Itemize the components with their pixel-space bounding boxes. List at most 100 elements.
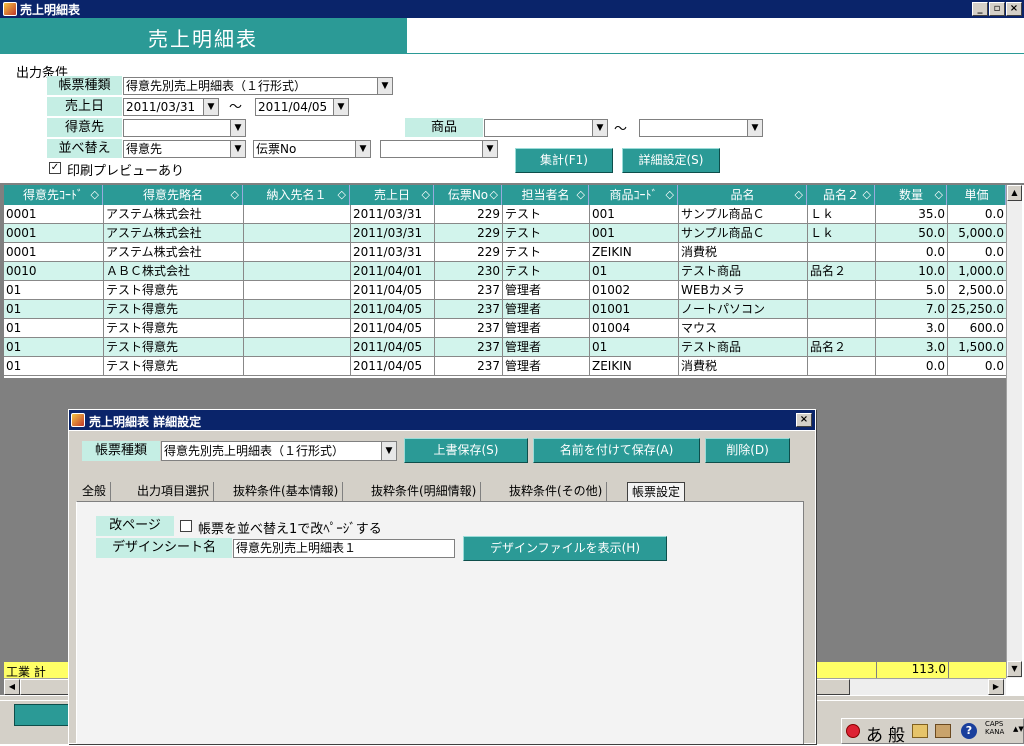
column-header-label: 納入先名１ [266,188,327,202]
overwrite-save-button[interactable]: 上書保存(S) [404,438,528,463]
tab-2[interactable]: 抜粋条件(基本情報) [229,482,344,502]
column-header[interactable]: 得意先ｺｰﾄﾞ ◇ [4,185,103,205]
tab-1[interactable]: 出力項目選択 [133,482,215,502]
preview-checkbox[interactable]: ✓ [49,162,61,174]
column-header[interactable]: 品名２ ◇ [808,185,875,205]
column-header[interactable]: 数量 ◇ [876,185,947,205]
tab-5[interactable]: 帳票設定 [627,482,686,502]
table-row[interactable]: 0001 アステム株式会社 2011/03/31 229 テスト 001 サンプル商品Ｃ Ｌｋ… [4,205,1007,224]
scroll-right-icon[interactable]: ▶ [988,679,1004,695]
preview-checkbox-label: 印刷プレビューあり [67,164,185,179]
customer-select[interactable]: ▼ [123,119,246,137]
sort1-select[interactable]: 得意先 ▼ [123,140,246,158]
table-cell: 01001 [590,300,679,319]
table-cell [244,205,351,224]
tab-3[interactable]: 抜粋条件(明細情報) [367,482,482,502]
minimize-button[interactable]: _ [972,2,988,16]
table-cell: 2011/03/31 [351,224,435,243]
table-cell [808,300,876,319]
scroll-up-icon[interactable]: ▲ [1007,185,1022,201]
restore-button[interactable]: ▫ [989,2,1005,16]
caps-indicator: CAPS KANA [985,720,1005,736]
tray-options-icon[interactable]: ▲▼ [1013,725,1024,733]
dialog-titlebar: 売上明細表 詳細設定 × [69,410,815,430]
report-type-select[interactable]: 得意先別売上明細表（１行形式） ▼ [123,77,393,95]
table-cell: WEBカメラ [679,281,808,300]
chevron-down-icon: ▼ [592,120,607,136]
product-to-select[interactable]: ▼ [639,119,763,137]
table-cell: 管理者 [503,319,590,338]
tab-4[interactable]: 抜粋条件(その他) [505,482,608,502]
table-cell [244,319,351,338]
column-header[interactable]: 品名 ◇ [679,185,807,205]
banner-divider [0,53,1024,54]
tab-0[interactable]: 全般 [78,482,112,502]
table-cell: テスト [503,205,590,224]
sort-icon: ◇ [337,188,346,201]
aggregate-button[interactable]: 集計(F1) [515,148,613,173]
sort2-select[interactable]: 伝票No ▼ [253,140,371,158]
table-cell: サンプル商品Ｃ [679,205,808,224]
table-cell: 1,000.0 [948,262,1007,281]
column-header[interactable]: 伝票No ◇ [435,185,502,205]
column-header[interactable]: 担当者名 ◇ [503,185,589,205]
column-header[interactable]: 商品ｺｰﾄﾞ ◇ [590,185,678,205]
total-divider [948,662,949,678]
detail-settings-button[interactable]: 詳細設定(S) [622,148,720,173]
ime-icon[interactable] [846,724,860,738]
chevron-down-icon: ▼ [377,78,392,94]
column-header[interactable]: 売上日 ◇ [351,185,434,205]
table-cell: 01 [4,338,104,357]
page-banner: 売上明細表 [0,18,407,53]
page-break-checkbox[interactable] [180,520,192,532]
table-row[interactable]: 0010 ＡＢＣ株式会社 2011/04/01 230 テスト 01 テスト商品 品名２ 10.… [4,262,1007,281]
dialog-report-type-select[interactable]: 得意先別売上明細表（１行形式） ▼ [161,441,397,461]
table-row[interactable]: 01 テスト得意先 2011/04/05 237 管理者 ZEIKIN 消費税 0.0 0.0 [4,357,1007,376]
column-header[interactable]: 単価 [948,185,1006,205]
report-type-label: 帳票種類 [47,76,122,95]
tool-icon[interactable] [935,724,951,738]
sort-label: 並べ替え [47,139,122,158]
ime-toolbar: あ 般 ? CAPS KANA ▲▼ [841,718,1024,746]
table-cell: テスト [503,243,590,262]
table-cell: 管理者 [503,338,590,357]
table-cell: アステム株式会社 [104,243,244,262]
close-button[interactable]: × [1006,2,1022,16]
table-cell: アステム株式会社 [104,224,244,243]
design-sheet-input[interactable]: 得意先別売上明細表１ [233,539,455,558]
dialog-report-type-label: 帳票種類 [82,441,160,461]
grid-vertical-scrollbar[interactable]: ▲ ▼ [1006,185,1022,678]
ime-conversion-mode[interactable]: 般 [888,721,905,746]
sales-date-label: 売上日 [47,97,122,116]
sort3-select[interactable]: ▼ [380,140,498,158]
ime-hiragana-mode[interactable]: あ [866,721,883,746]
date-range-tilde: 〜 [229,100,243,115]
column-header[interactable]: 得意先略名 ◇ [104,185,243,205]
table-cell: 0.0 [948,357,1007,376]
date-from-picker[interactable]: 2011/03/31 ▼ [123,98,219,116]
table-row[interactable]: 01 テスト得意先 2011/04/05 237 管理者 01002 WEBカメラ 5.0 2,… [4,281,1007,300]
save-as-button[interactable]: 名前を付けて保存(A) [533,438,700,463]
table-row[interactable]: 01 テスト得意先 2011/04/05 237 管理者 01004 マウス 3.0 600.0 [4,319,1007,338]
date-to-picker[interactable]: 2011/04/05 ▼ [255,98,349,116]
delete-button[interactable]: 削除(D) [705,438,790,463]
show-design-file-button[interactable]: デザインファイルを表示(H) [463,536,667,561]
table-row[interactable]: 0001 アステム株式会社 2011/03/31 229 テスト ZEIKIN 消費税 0.0… [4,243,1007,262]
pad-icon[interactable] [912,724,928,738]
scroll-left-icon[interactable]: ◀ [4,679,20,695]
table-row[interactable]: 0001 アステム株式会社 2011/03/31 229 テスト 001 サンプル商品Ｃ Ｌｋ… [4,224,1007,243]
dialog-close-button[interactable]: × [796,413,812,427]
table-cell: Ｌｋ [808,205,876,224]
table-row[interactable]: 01 テスト得意先 2011/04/05 237 管理者 01 テスト商品 品名２ 3.0 1,5… [4,338,1007,357]
scroll-down-icon[interactable]: ▼ [1007,661,1022,677]
column-header[interactable]: 納入先名１ ◇ [244,185,350,205]
table-cell: Ｌｋ [808,224,876,243]
table-cell: 237 [435,338,503,357]
table-cell: 35.0 [876,205,948,224]
table-row[interactable]: 01 テスト得意先 2011/04/05 237 管理者 01001 ノートパソコン 7.0 2… [4,300,1007,319]
product-from-select[interactable]: ▼ [484,119,608,137]
help-icon[interactable]: ? [961,723,977,739]
bottom-action-button[interactable] [14,704,70,726]
table-cell: 001 [590,224,679,243]
table-cell: 管理者 [503,357,590,376]
